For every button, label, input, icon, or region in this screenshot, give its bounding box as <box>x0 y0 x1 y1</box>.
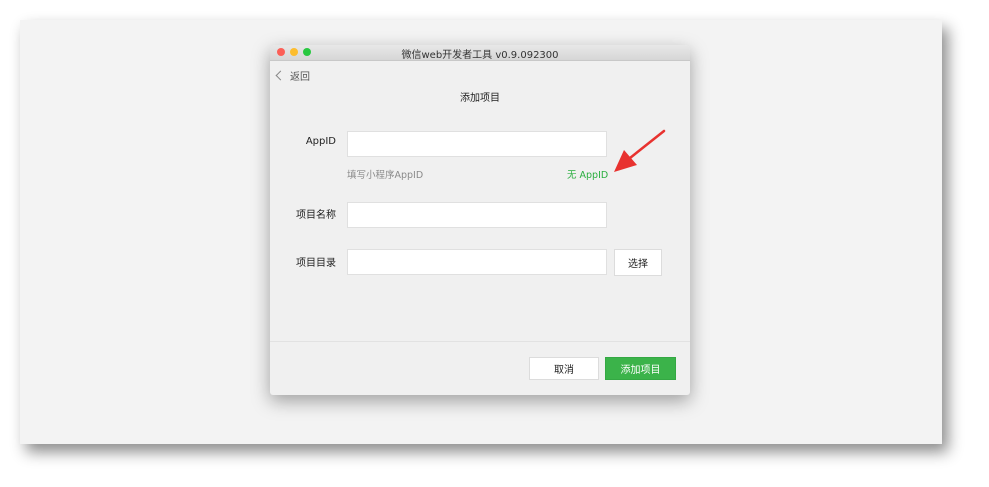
red-arrow-icon <box>614 129 666 172</box>
